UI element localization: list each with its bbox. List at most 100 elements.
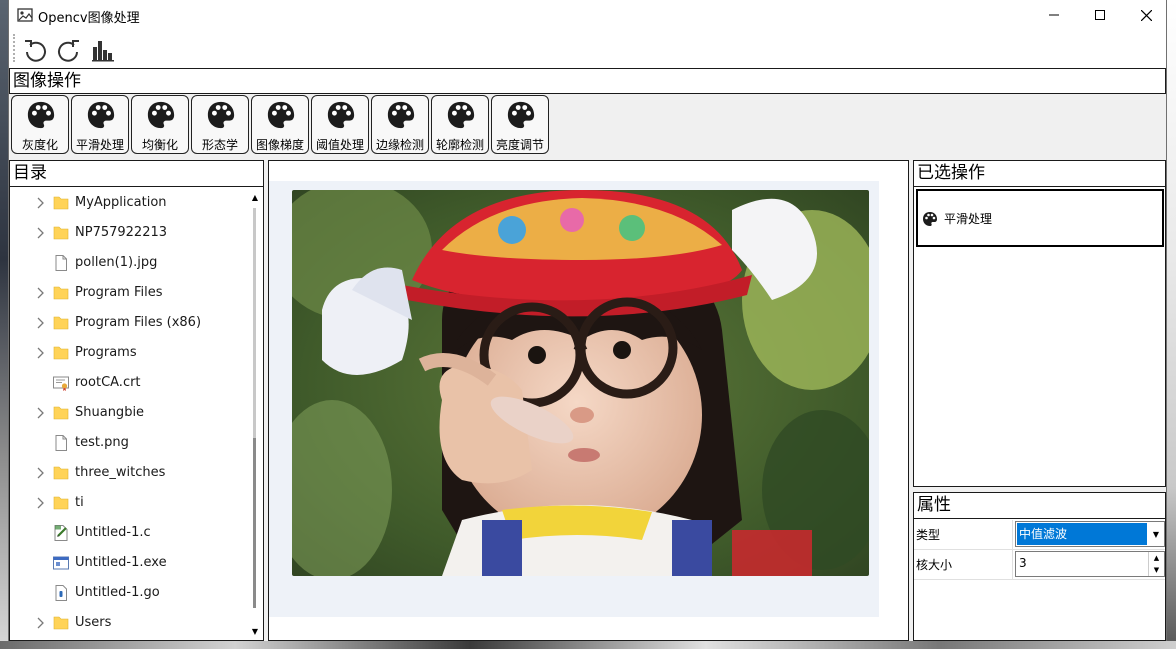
folder-icon [52,614,70,632]
operation-label: 轮廓检测 [435,138,484,152]
operation-button-2[interactable]: 均衡化 [131,95,189,154]
tree-item[interactable]: Users [10,608,246,638]
chevron-right-icon[interactable] [34,406,46,420]
folder-icon [52,344,70,362]
undo-button[interactable] [21,36,49,64]
folder-icon [52,314,70,332]
operation-label: 平滑处理 [75,138,124,152]
close-button[interactable] [1123,0,1169,30]
tree-item[interactable]: rootCA.crt [10,368,246,398]
filter-type-select[interactable]: 中值滤波 ▼ [1015,521,1165,547]
histogram-button[interactable] [89,36,117,64]
tree-item[interactable]: Untitled-1.c [10,518,246,548]
chevron-right-icon[interactable] [34,286,46,300]
operation-button-3[interactable]: 形态学 [191,95,249,154]
tree-item[interactable]: Untitled-1.exe [10,548,246,578]
chevron-right-icon[interactable] [34,496,46,510]
directory-tree[interactable]: MyApplication NP757922213 pollen(1).jpg Pro… [10,188,246,640]
tree-item-label: NP757922213 [75,225,168,240]
operations-strip: 灰度化 平滑处理 均衡化 形态学 图像梯度 阈值处理 边缘检测 轮廓检测 亮度调节 [9,94,1166,156]
tree-item[interactable]: Untitled-1.go [10,578,246,608]
tree-item[interactable]: NP757922213 [10,218,246,248]
minimize-icon [1049,14,1059,16]
stepper-down-icon[interactable]: ▼ [1149,564,1164,576]
scroll-up-arrow-icon[interactable]: ▲ [247,190,263,204]
file-icon [52,584,70,602]
stepper-up-icon[interactable]: ▲ [1149,552,1164,564]
folder-icon [52,464,70,482]
folder-icon [52,494,70,512]
palette-icon [146,100,176,130]
chevron-right-icon[interactable] [34,226,46,240]
operation-button-1[interactable]: 平滑处理 [71,95,129,154]
histogram-icon [92,41,114,62]
selected-operation-label: 平滑处理 [944,212,993,226]
properties-header: 属性 [914,493,1165,519]
tree-item[interactable]: Programs [10,338,246,368]
file-icon [52,254,70,272]
app-window: Opencv图像处理 图像操作 灰度化 平滑处理 均衡化 形态学 图像梯度 阈值… [8,0,1167,641]
selected-operations-list[interactable]: 平滑处理 [916,189,1164,247]
operation-label: 形态学 [201,138,238,152]
chevron-down-icon[interactable]: ▼ [1148,522,1164,546]
tree-item-label: Programs [75,345,137,360]
chevron-right-icon[interactable] [34,196,46,210]
window-title: Opencv图像处理 [38,11,140,26]
directory-scrollbar[interactable]: ▲ ▼ [247,188,263,640]
tree-item[interactable]: test.png [10,428,246,458]
tree-item[interactable]: MyApplication [10,188,246,218]
tree-item[interactable]: Shuangbie [10,398,246,428]
tree-item[interactable]: three_witches [10,458,246,488]
tree-item-label: rootCA.crt [75,375,141,390]
stepper-buttons: ▲ ▼ [1148,552,1164,576]
operation-button-0[interactable]: 灰度化 [11,95,69,154]
property-key-kernel: 核大小 [916,550,1013,580]
maximize-button[interactable] [1077,0,1123,30]
operation-button-4[interactable]: 图像梯度 [251,95,309,154]
chevron-right-icon[interactable] [34,616,46,630]
toolbar [9,30,1166,68]
folder-icon [52,194,70,212]
operation-label: 亮度调节 [495,138,544,152]
folder-icon [52,284,70,302]
properties-panel: 属性 类型 中值滤波 ▼ 核大小 3 ▲ ▼ [913,492,1166,641]
close-icon [1140,9,1152,21]
filter-type-selected: 中值滤波 [1017,523,1147,545]
file-icon [52,434,70,452]
property-row-type: 类型 中值滤波 ▼ [914,520,1165,550]
tree-item-label: MyApplication [75,195,167,210]
palette-icon [86,100,116,130]
scroll-down-arrow-icon[interactable]: ▼ [247,624,263,638]
tree-item[interactable]: pollen(1).jpg [10,248,246,278]
app-icon [17,8,33,22]
tree-item[interactable]: Program Files [10,278,246,308]
maximize-icon [1095,10,1105,20]
chevron-right-icon[interactable] [34,346,46,360]
operation-button-7[interactable]: 轮廓检测 [431,95,489,154]
operation-button-5[interactable]: 阈值处理 [311,95,369,154]
tree-item[interactable]: Program Files (x86) [10,308,246,338]
operation-label: 均衡化 [141,138,178,152]
palette-icon [506,100,536,130]
palette-icon [206,100,236,130]
operation-button-8[interactable]: 亮度调节 [491,95,549,154]
property-key-type: 类型 [916,520,1013,550]
chevron-right-icon[interactable] [34,466,46,480]
operation-label: 边缘检测 [375,138,424,152]
selected-operation-item[interactable]: 平滑处理 [922,210,992,227]
desktop-background-left [0,0,8,649]
selected-operations-panel: 已选操作 平滑处理 [913,160,1166,487]
chevron-right-icon[interactable] [34,316,46,330]
redo-button[interactable] [55,36,83,64]
minimize-button[interactable] [1031,0,1077,30]
scroll-thumb[interactable] [253,438,256,608]
operation-button-6[interactable]: 边缘检测 [371,95,429,154]
tree-item[interactable]: ti [10,488,246,518]
undo-icon [25,40,46,62]
kernel-size-stepper[interactable]: 3 ▲ ▼ [1015,551,1165,577]
palette-icon [446,100,476,130]
title-bar[interactable]: Opencv图像处理 [9,0,1166,30]
image-preview-panel [268,160,909,641]
tree-item-label: Untitled-1.c [75,525,151,540]
image-canvas[interactable] [269,181,879,617]
